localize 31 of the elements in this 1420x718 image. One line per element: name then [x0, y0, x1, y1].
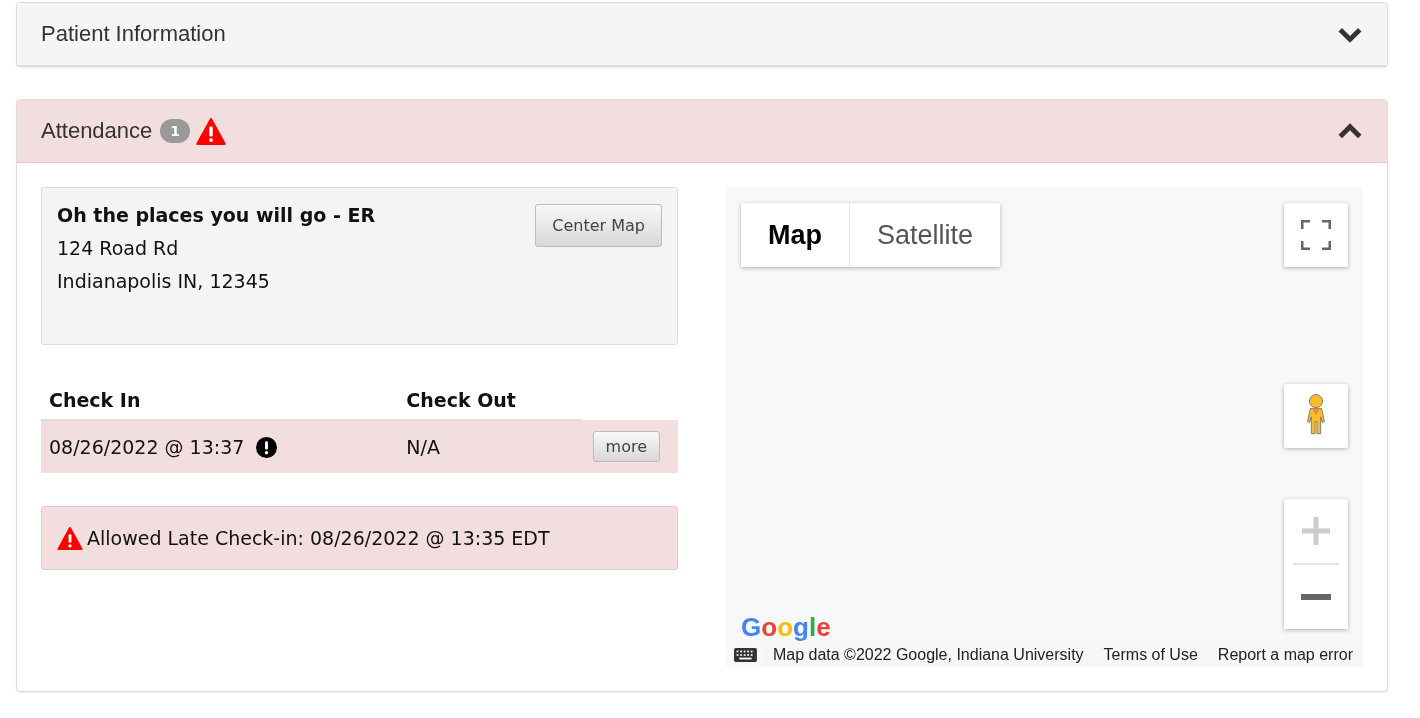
chevron-icon[interactable] — [1337, 25, 1363, 43]
check-out-time: N/A — [398, 420, 582, 473]
chevron-icon[interactable] — [1337, 122, 1363, 140]
warning-icon — [196, 117, 227, 145]
check-in-time: 08/26/2022 @ 13:37 — [49, 436, 245, 458]
address-line: 124 Road Rd — [57, 236, 180, 261]
zoom-out-button[interactable] — [1284, 565, 1348, 629]
map-attribution: Map data ©2022 Google, Indiana University — [762, 643, 1094, 667]
fullscreen-icon — [1301, 220, 1331, 250]
street-view-button[interactable] — [1284, 384, 1348, 448]
more-button[interactable]: more — [592, 431, 660, 462]
keyboard-icon[interactable] — [734, 647, 757, 663]
late-notice-text: Allowed Late Check-in: 08/26/2022 @ 13:35 EDT — [87, 527, 550, 549]
count-badge: 1 — [160, 119, 191, 143]
panel-header[interactable]: Patient Information — [17, 3, 1387, 66]
map[interactable]: Map Satellite Google Map data ©2022 Google, Indiana University Terms of Use Report a map error — [726, 187, 1363, 667]
warning-icon — [57, 526, 83, 550]
map-link[interactable]: Terms of Use — [1093, 643, 1208, 667]
panel-header[interactable]: Attendance 1 — [17, 100, 1387, 163]
location-name: Oh the places you will go - ER — [57, 204, 376, 226]
minus-icon — [1301, 594, 1331, 600]
panel-title: Attendance — [41, 118, 153, 144]
plus-icon — [1301, 516, 1331, 546]
map-type-tab[interactable]: Satellite — [849, 203, 1001, 267]
map-logo: Google — [741, 614, 831, 640]
map-link[interactable]: Report a map error — [1207, 643, 1363, 667]
fullscreen-button[interactable] — [1284, 203, 1348, 267]
address-line: Indianapolis IN, 12345 — [57, 269, 271, 294]
panel-title: Patient Information — [41, 21, 226, 47]
center-map-button[interactable]: Center Map — [535, 204, 662, 247]
map-type-tab[interactable]: Map — [741, 203, 849, 267]
